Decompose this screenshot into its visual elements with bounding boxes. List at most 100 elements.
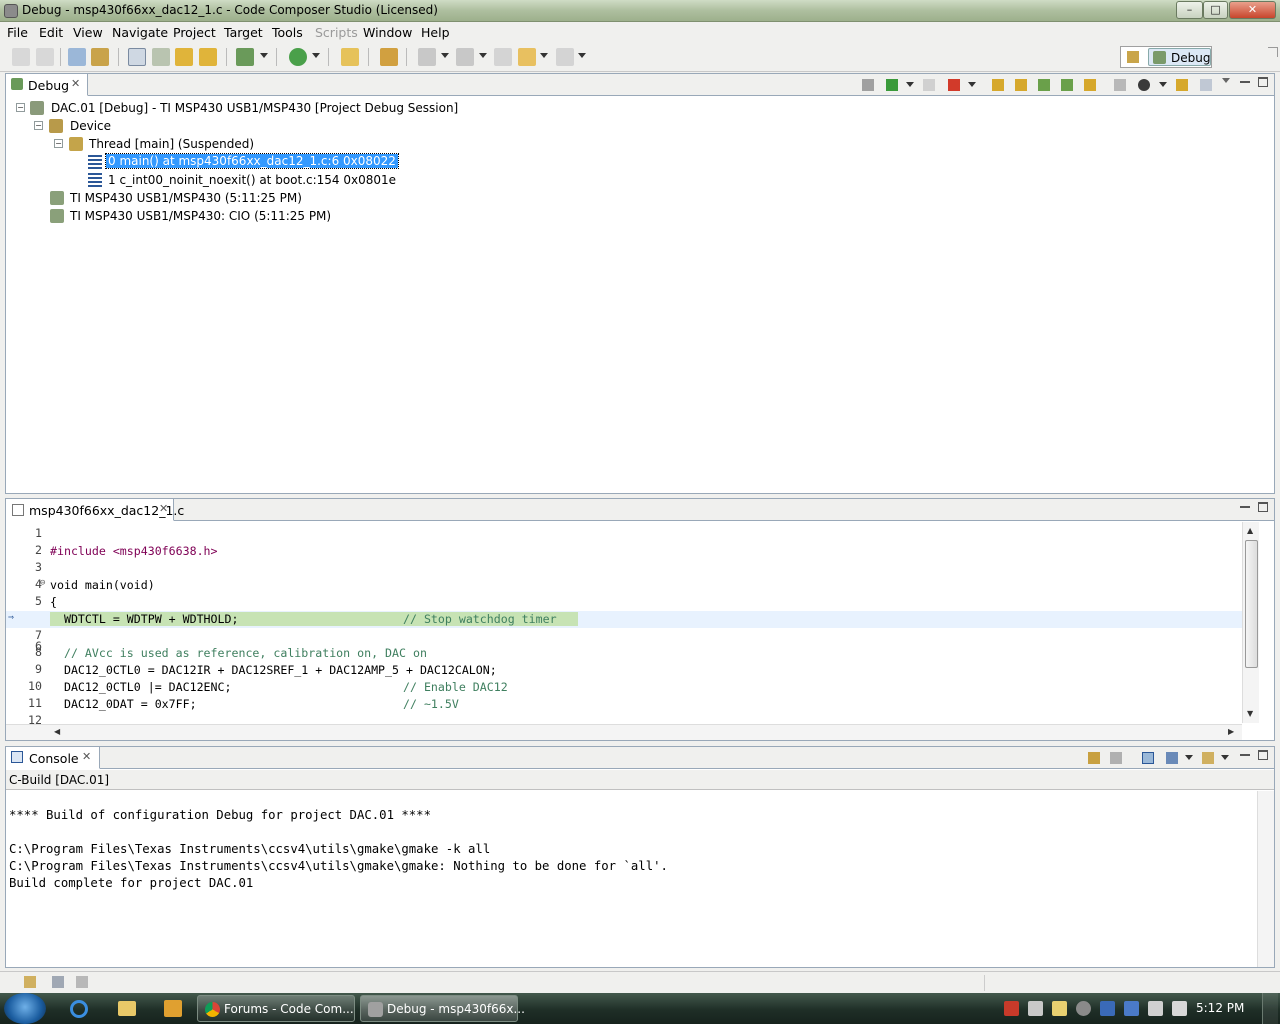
console-vertical-scrollbar[interactable] — [1257, 791, 1274, 967]
run-icon[interactable] — [289, 48, 307, 66]
code-line: 4 ⊖ void main(void) — [35, 577, 155, 592]
clear-console-icon[interactable] — [1110, 752, 1122, 764]
volume-tray-icon[interactable] — [1172, 1001, 1187, 1016]
collapse-all-icon[interactable] — [1200, 79, 1212, 91]
scroll-lock-icon[interactable] — [1088, 752, 1100, 764]
tab-console[interactable]: Console ✕ — [6, 747, 100, 769]
prev-annotation-icon[interactable] — [456, 48, 474, 66]
link-icon[interactable] — [152, 48, 170, 66]
pin-console-icon[interactable] — [1142, 752, 1154, 764]
ccs-icon — [368, 1002, 383, 1017]
menu-window[interactable]: Window — [363, 25, 412, 40]
explorer-folder-icon[interactable] — [118, 1001, 136, 1016]
window-title: Debug - msp430f66xx_dac12_1.c - Code Com… — [22, 3, 438, 17]
step-over-icon[interactable] — [1015, 79, 1027, 91]
tray-icon[interactable] — [1100, 1001, 1115, 1016]
debug-session-icon — [30, 101, 44, 115]
open-console-icon[interactable] — [1202, 752, 1214, 764]
remove-launch-icon[interactable] — [862, 79, 874, 91]
tree-item-cio[interactable]: TI MSP430 USB1/MSP430: CIO (5:11:25 PM) — [50, 207, 350, 225]
menu-target[interactable]: Target — [224, 25, 263, 40]
outline-view-icon[interactable] — [52, 976, 64, 988]
network-tray-icon[interactable] — [1148, 1001, 1163, 1016]
tree-item-session[interactable]: − DAC.01 [Debug] - TI MSP430 USB1/MSP430… — [14, 99, 714, 117]
print-icon[interactable] — [68, 48, 86, 66]
taskbar-app-ccs[interactable]: Debug - msp430f66x... — [360, 995, 525, 1022]
menu-help[interactable]: Help — [421, 25, 450, 40]
step-return-icon[interactable] — [1084, 79, 1096, 91]
tree-item-thread[interactable]: − Thread [main] (Suspended) — [52, 135, 352, 153]
acrobat-tray-icon[interactable] — [1004, 1001, 1019, 1016]
menu-navigate[interactable]: Navigate — [112, 25, 168, 40]
editor-vertical-scrollbar[interactable]: ▲ ▼ — [1242, 522, 1259, 723]
code-line: 9 DAC12_0CTL0 = DAC12IR + DAC12SREF_1 + … — [35, 662, 497, 677]
resume-icon[interactable] — [886, 79, 898, 91]
maximize-view-icon[interactable] — [1258, 750, 1268, 760]
close-tab-icon[interactable]: ✕ — [71, 77, 80, 90]
forward-arrow-icon[interactable] — [556, 48, 574, 66]
back-arrow-icon[interactable] — [518, 48, 536, 66]
maximize-view-icon[interactable] — [1258, 77, 1268, 87]
menu-edit[interactable]: Edit — [39, 25, 63, 40]
last-edit-icon[interactable] — [494, 48, 512, 66]
close-tab-icon[interactable]: ✕ — [82, 750, 91, 763]
reset-icon[interactable] — [1114, 79, 1126, 91]
tab-source-file[interactable]: msp430f66xx_dac12_1.c ✕ — [6, 499, 184, 521]
internet-explorer-icon[interactable] — [70, 1000, 88, 1018]
editor-horizontal-scrollbar[interactable]: ◀ ▶ — [6, 724, 1242, 740]
tab-debug[interactable]: Debug ✕ — [6, 74, 88, 96]
minimize-view-icon[interactable] — [1240, 750, 1250, 756]
problems-view-icon[interactable] — [76, 976, 88, 988]
code-area[interactable]: 1 2 #include <msp430f6638.h> 3 4 ⊖ void mai… — [6, 522, 1243, 724]
build-icon[interactable] — [91, 48, 109, 66]
build-all-icon[interactable] — [199, 48, 217, 66]
taskbar-app-chrome[interactable]: Forums - Code Com... — [197, 995, 355, 1022]
menu-file[interactable]: File — [7, 25, 28, 40]
menu-view[interactable]: View — [73, 25, 103, 40]
minimize-button[interactable]: – — [1176, 1, 1203, 19]
tree-item-frame-0[interactable]: 0 main() at msp430f66xx_dac12_1.c:6 0x08… — [88, 153, 399, 171]
menu-project[interactable]: Project — [173, 25, 216, 40]
tools-icon[interactable] — [380, 48, 398, 66]
clock[interactable]: 5:12 PM — [1196, 1001, 1244, 1015]
show-desktop-button[interactable] — [1262, 993, 1278, 1024]
folder-tray-icon[interactable] — [1052, 1001, 1067, 1016]
edit-icon[interactable] — [341, 48, 359, 66]
close-button[interactable]: ✕ — [1229, 1, 1276, 19]
thread-icon — [69, 137, 83, 151]
toggle-icon[interactable] — [128, 48, 146, 66]
display-console-icon[interactable] — [1166, 752, 1178, 764]
security-tray-icon[interactable] — [1124, 1001, 1139, 1016]
media-player-icon[interactable] — [164, 1000, 182, 1017]
maximize-button[interactable]: □ — [1203, 1, 1228, 19]
terminate-icon[interactable] — [948, 79, 960, 91]
open-perspective-icon[interactable] — [1127, 51, 1139, 63]
tree-item-device[interactable]: − Device — [32, 117, 332, 135]
debug-perspective-button[interactable]: Debug — [1148, 48, 1211, 66]
next-annotation-icon[interactable] — [418, 48, 436, 66]
menu-scripts[interactable]: Scripts — [315, 25, 358, 40]
save-all-icon[interactable] — [36, 48, 54, 66]
restart-icon[interactable] — [1138, 79, 1150, 91]
step-into-asm-icon[interactable] — [1038, 79, 1050, 91]
tree-item-frame-1[interactable]: 1 c_int00_noinit_noexit() at boot.c:154 … — [88, 171, 408, 189]
rebuild-icon[interactable] — [175, 48, 193, 66]
tree-item-process[interactable]: TI MSP430 USB1/MSP430 (5:11:25 PM) — [50, 189, 350, 207]
start-button[interactable] — [4, 993, 46, 1024]
tray-icon[interactable] — [1028, 1001, 1043, 1016]
console-output[interactable]: **** Build of configuration Debug for pr… — [6, 791, 1257, 968]
toolbar-overflow-icon[interactable] — [1268, 47, 1278, 57]
minimize-view-icon[interactable] — [1240, 502, 1250, 508]
link-with-editor-icon[interactable] — [1176, 79, 1188, 91]
menu-tools[interactable]: Tools — [272, 25, 303, 40]
fast-view-icon[interactable] — [24, 976, 36, 988]
debug-bug-icon[interactable] — [236, 48, 254, 66]
step-into-icon[interactable] — [992, 79, 1004, 91]
maximize-view-icon[interactable] — [1258, 502, 1268, 512]
close-tab-icon[interactable]: ✕ — [159, 502, 168, 515]
suspend-icon[interactable] — [923, 79, 935, 91]
save-icon[interactable] — [12, 48, 30, 66]
minimize-view-icon[interactable] — [1240, 77, 1250, 83]
tray-icon[interactable] — [1076, 1001, 1091, 1016]
step-over-asm-icon[interactable] — [1061, 79, 1073, 91]
